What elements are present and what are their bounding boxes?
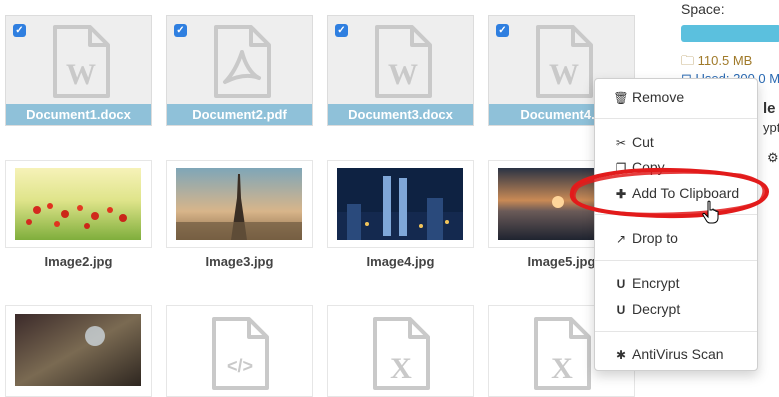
file-tile-code[interactable]: </> — [166, 305, 313, 397]
checkbox[interactable]: ✓ — [13, 24, 26, 37]
menu-divider — [595, 260, 757, 261]
scissors-icon: ✂ — [615, 136, 627, 150]
menu-item-decrypt[interactable]: U Decrypt — [595, 298, 757, 320]
menu-item-remove[interactable]: 🗑 Remove — [595, 86, 757, 108]
file-name[interactable]: Document3.docx — [328, 104, 473, 125]
image-tile-fantasy-street[interactable] — [5, 305, 152, 397]
hand-cursor-icon — [702, 200, 719, 224]
file-tile-document3[interactable]: ✓ W Document3.docx — [327, 15, 474, 126]
space-label: Space: — [681, 1, 725, 17]
menu-divider — [595, 214, 757, 215]
image-name[interactable]: Image3.jpg — [166, 254, 313, 269]
copy-icon: ❐ — [615, 161, 627, 175]
image-tile-image2[interactable] — [5, 160, 152, 248]
file-tile-document2[interactable]: ✓ Document2.pdf — [166, 15, 313, 126]
file-tile-document1[interactable]: ✓ W Document1.docx — [5, 15, 152, 126]
magnet-icon: U — [616, 277, 626, 291]
image-name[interactable]: Image2.jpg — [5, 254, 152, 269]
menu-item-cut[interactable]: ✂ Cut — [595, 131, 757, 153]
image-tile-image3[interactable] — [166, 160, 313, 248]
excel-file-icon: X — [534, 317, 591, 390]
menu-item-drop-to[interactable]: ↗ Drop to — [595, 227, 757, 249]
sidebar-text-fragment: ypt — [763, 120, 779, 135]
word-file-icon: W — [375, 25, 432, 98]
context-menu: 🗑 Remove ✂ Cut ❐ Copy ✚ Add To Clipboard ↗ Dr… — [594, 78, 758, 371]
word-file-icon: W — [53, 25, 110, 98]
trash-icon: 🗑 — [613, 91, 629, 105]
menu-item-copy[interactable]: ❐ Copy — [595, 156, 757, 178]
city-skyline-thumbnail — [337, 168, 463, 240]
pdf-file-icon — [214, 25, 271, 98]
share-icon: ↗ — [615, 232, 627, 246]
checkbox[interactable]: ✓ — [174, 24, 187, 37]
poppy-field-thumbnail — [15, 168, 141, 240]
plus-icon: ✚ — [615, 187, 627, 201]
folder-icon: 🗀 — [681, 53, 695, 68]
gear-icon[interactable]: ⚙ — [767, 150, 779, 166]
image-tile-image4[interactable] — [327, 160, 474, 248]
space-usage-bar — [681, 25, 779, 42]
svg-text:W: W — [388, 58, 418, 91]
file-tile-excel[interactable]: X — [327, 305, 474, 397]
checkbox[interactable]: ✓ — [496, 24, 509, 37]
magnet-icon: U — [616, 303, 626, 317]
menu-item-add-to-clipboard[interactable]: ✚ Add To Clipboard — [595, 182, 757, 204]
checkbox[interactable]: ✓ — [335, 24, 348, 37]
menu-divider — [595, 331, 757, 332]
menu-item-encrypt[interactable]: U Encrypt — [595, 272, 757, 294]
bug-icon: ✱ — [615, 348, 627, 362]
sidebar-heading-fragment: le — [763, 100, 776, 117]
image-name[interactable]: Image4.jpg — [327, 254, 474, 269]
svg-text:</>: </> — [227, 356, 253, 376]
code-file-icon: </> — [212, 317, 269, 390]
file-name[interactable]: Document2.pdf — [167, 104, 312, 125]
menu-item-antivirus-scan[interactable]: ✱ AntiVirus Scan — [595, 343, 757, 365]
svg-text:W: W — [549, 58, 579, 91]
word-file-icon: W — [536, 25, 593, 98]
file-name[interactable]: Document1.docx — [6, 104, 151, 125]
svg-text:X: X — [551, 352, 573, 385]
fantasy-street-thumbnail — [15, 314, 141, 386]
svg-text:W: W — [66, 58, 96, 91]
excel-file-icon: X — [373, 317, 430, 390]
eiffel-tower-thumbnail — [176, 168, 302, 240]
svg-text:X: X — [390, 352, 412, 385]
menu-divider — [595, 118, 757, 119]
